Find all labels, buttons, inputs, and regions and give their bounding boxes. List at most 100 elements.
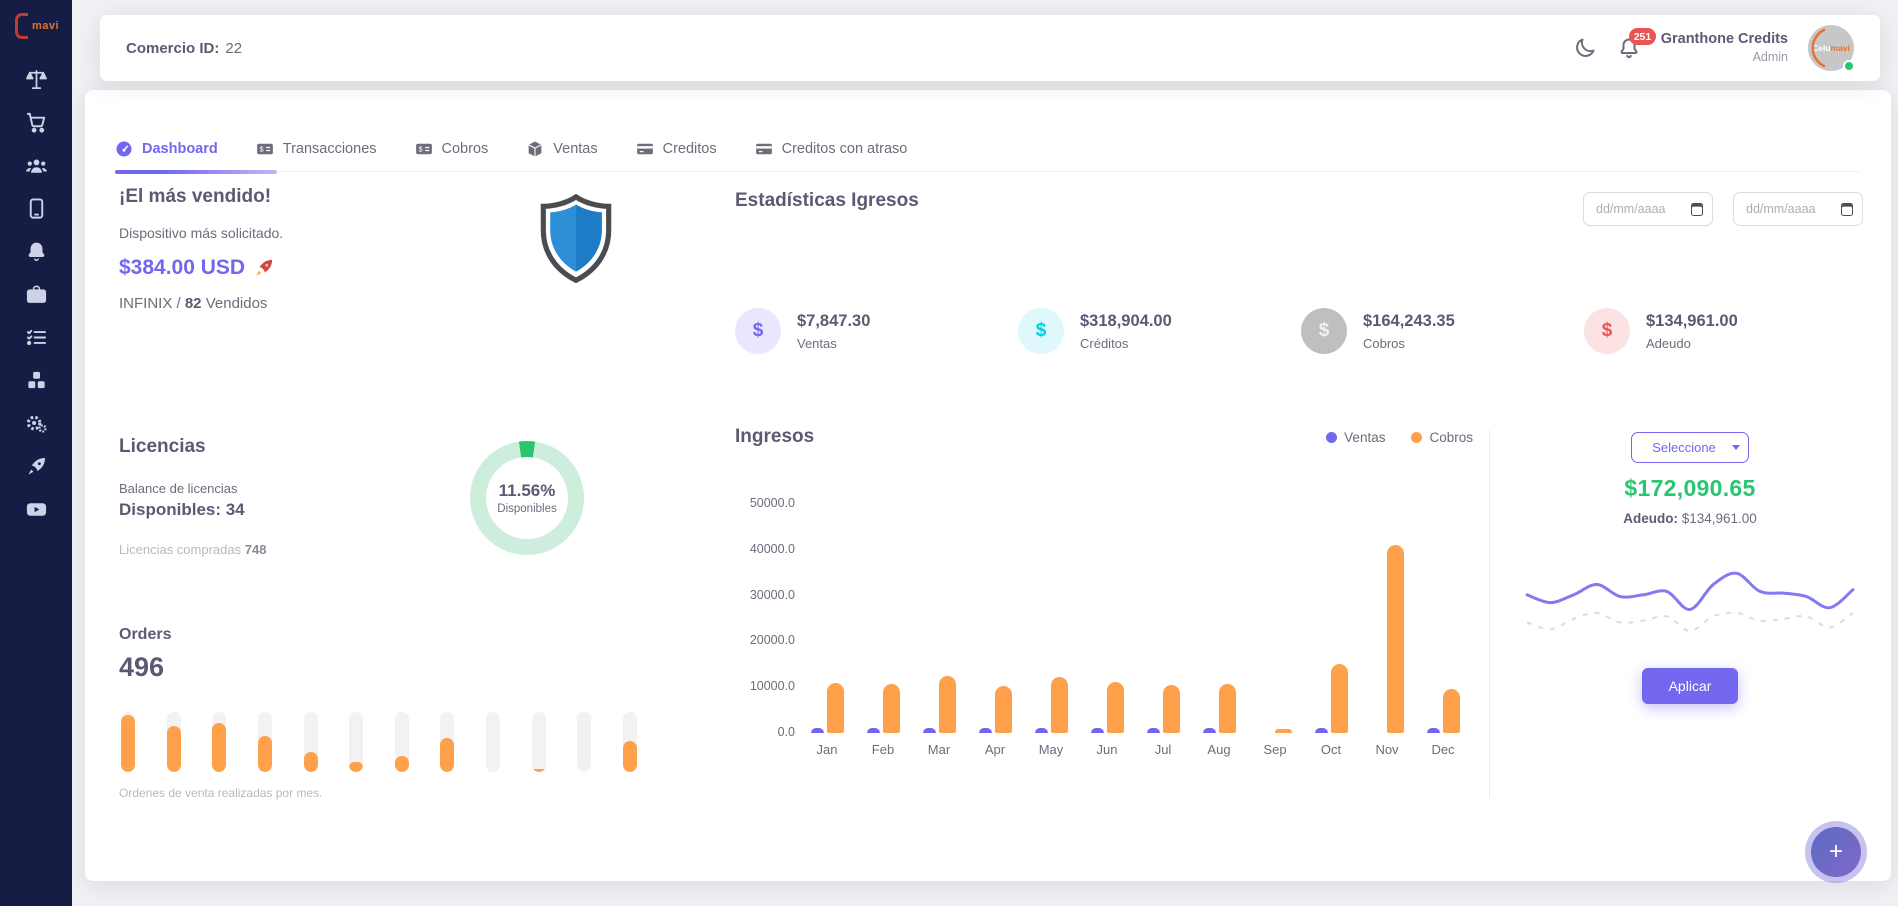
tab-ventas[interactable]: Ventas xyxy=(526,140,597,158)
bar-cobros-bar xyxy=(1331,664,1348,733)
plus-icon: + xyxy=(1829,838,1843,866)
tab-cobros[interactable]: $ Cobros xyxy=(415,140,489,158)
stat-label: Ventas xyxy=(797,336,870,351)
order-bar-track xyxy=(440,712,454,772)
bar-cobros-bar xyxy=(1163,685,1180,733)
notification-badge: 251 xyxy=(1629,28,1657,45)
orders-mini-chart xyxy=(121,712,637,772)
dollar-icon: $ xyxy=(1018,308,1064,354)
tab-dashboard[interactable]: Dashboard xyxy=(115,140,218,158)
sparkline-line-ref xyxy=(1527,613,1853,631)
dashboard-card: Dashboard $ Transacciones $ Cobros Venta… xyxy=(85,90,1891,881)
bar-cobros-bar xyxy=(939,676,956,733)
x-tick-label: Apr xyxy=(973,742,1017,757)
donut-percent: 11.56% xyxy=(499,481,556,501)
order-bar-track xyxy=(486,712,500,772)
orders-section: Orders 496 Ordenes de venta realizadas p… xyxy=(119,626,171,683)
bar-cobros-bar xyxy=(1275,729,1292,733)
legend-ventas: Ventas xyxy=(1326,430,1385,445)
gears-icon[interactable] xyxy=(16,412,56,435)
stat-value: $164,243.35 xyxy=(1363,312,1455,331)
order-bar-fill xyxy=(304,752,318,772)
bar-cobros-bar xyxy=(1051,677,1068,733)
rocket-icon[interactable] xyxy=(16,455,56,478)
x-tick-label: Jul xyxy=(1141,742,1185,757)
dollar-icon: $ xyxy=(735,308,781,354)
logo-mark-icon xyxy=(15,13,28,39)
apply-button[interactable]: Aplicar xyxy=(1642,668,1738,704)
stat-label: Créditos xyxy=(1080,336,1172,351)
bar-ventas-bar xyxy=(811,728,824,733)
bar-cobros-bar xyxy=(827,683,844,733)
stat-card-creditos: $ $318,904.00 Créditos xyxy=(1018,308,1301,354)
order-bar-track xyxy=(623,712,637,772)
order-bar-fill xyxy=(395,756,409,772)
y-tick-label: 10000.0 xyxy=(750,679,795,693)
summary-panel: Seleccione $172,090.65 Adeudo: $134,961.… xyxy=(1490,426,1890,704)
credit-card-icon xyxy=(755,140,773,158)
order-bar-track xyxy=(349,712,363,772)
logo-text: mavi xyxy=(32,20,59,32)
tab-label: Cobros xyxy=(442,141,489,157)
x-tick-label: Feb xyxy=(861,742,905,757)
sidebar-nav xyxy=(0,68,72,521)
add-button[interactable]: + xyxy=(1811,827,1861,877)
date-to-box xyxy=(1733,192,1863,226)
adeudo-line: Adeudo: $134,961.00 xyxy=(1490,511,1890,526)
x-tick-label: Jan xyxy=(805,742,849,757)
user-role: Admin xyxy=(1661,49,1788,65)
dark-mode-toggle[interactable] xyxy=(1573,36,1597,60)
notifications-button[interactable]: 251 xyxy=(1617,36,1641,60)
order-bar-track xyxy=(532,712,546,772)
sparkline-line-main xyxy=(1527,573,1853,609)
scale-icon[interactable] xyxy=(16,68,56,91)
comercio-id: Comercio ID:22 xyxy=(126,40,242,57)
ingresos-section: Ingresos Ventas Cobros 0.010000.020000.0… xyxy=(735,426,1487,782)
online-status-dot xyxy=(1843,60,1855,72)
licenses-balance-label: Balance de licencias xyxy=(119,481,449,496)
bar-ventas-bar xyxy=(1035,728,1048,733)
app-logo[interactable]: mavi xyxy=(15,13,59,39)
total-amount: $172,090.65 xyxy=(1490,475,1890,502)
cubes-icon[interactable] xyxy=(16,369,56,392)
bar-group-jan xyxy=(805,504,849,733)
licenses-purchased: Licencias compradas 748 xyxy=(119,542,449,557)
x-tick-label: Oct xyxy=(1309,742,1353,757)
package-icon xyxy=(526,140,544,158)
bar-group-sep xyxy=(1253,504,1297,733)
topbar: Comercio ID:22 251 Granthone Credits Adm… xyxy=(100,15,1880,81)
bar-group-may xyxy=(1029,504,1073,733)
checklist-icon[interactable] xyxy=(16,326,56,349)
tab-transacciones[interactable]: $ Transacciones xyxy=(256,140,377,158)
order-bar-track xyxy=(395,712,409,772)
bar-cobros-bar xyxy=(1443,689,1460,733)
users-icon[interactable] xyxy=(16,154,56,177)
tab-creditos-con-atraso[interactable]: Creditos con atraso xyxy=(755,140,908,158)
calendar-icon[interactable] xyxy=(1841,203,1853,216)
chart-legend: Ventas Cobros xyxy=(1326,430,1473,445)
bar-cobros-bar xyxy=(1219,684,1236,733)
bar-ventas-bar xyxy=(979,728,992,733)
bar-group-jun xyxy=(1085,504,1129,733)
bar-cobros-bar xyxy=(995,686,1012,733)
bar-group-oct xyxy=(1309,504,1353,733)
avatar[interactable]: Celumavi xyxy=(1808,25,1854,71)
order-bar-track xyxy=(167,712,181,772)
briefcase-icon[interactable] xyxy=(16,283,56,306)
bar-ventas-bar xyxy=(1147,728,1160,733)
tab-creditos[interactable]: Creditos xyxy=(636,140,717,158)
youtube-icon[interactable] xyxy=(16,498,56,521)
x-tick-label: Aug xyxy=(1197,742,1241,757)
bar-group-aug xyxy=(1197,504,1241,733)
cart-icon[interactable] xyxy=(16,111,56,134)
active-tab-indicator xyxy=(115,170,277,174)
stats-section: Estadísticas Igresos $ $7,847.30 Ventas … xyxy=(735,190,1867,354)
order-bar-fill xyxy=(212,723,226,772)
bell-icon[interactable] xyxy=(16,240,56,263)
stat-card-ventas: $ $7,847.30 Ventas xyxy=(735,308,1018,354)
tablet-icon[interactable] xyxy=(16,197,56,220)
y-tick-label: 20000.0 xyxy=(750,633,795,647)
period-select[interactable]: Seleccione xyxy=(1631,432,1749,463)
calendar-icon[interactable] xyxy=(1691,203,1703,216)
stat-row: $ $7,847.30 Ventas $ $318,904.00 Crédito… xyxy=(735,308,1867,354)
